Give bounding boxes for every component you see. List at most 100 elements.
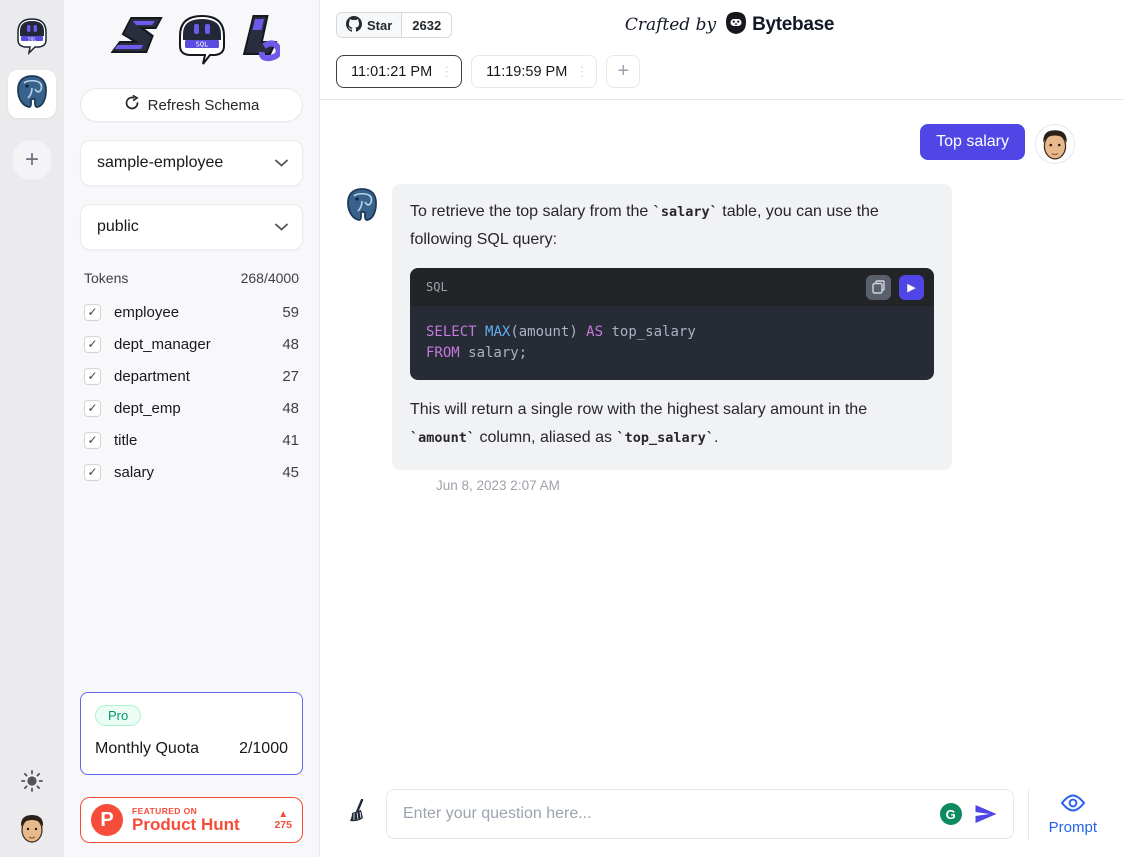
table-name: department [114,368,282,385]
table-token-count: 48 [282,400,299,417]
code-language-label: SQL [426,273,448,301]
composer: G Prompt [320,789,1123,857]
question-input[interactable] [386,789,1014,839]
new-conversation-button[interactable]: + [12,140,52,180]
assistant-message-bubble: To retrieve the top salary from the `sal… [392,184,952,470]
github-star-button[interactable]: Star 2632 [336,12,452,38]
table-name: salary [114,464,282,481]
message-list: Top salary [320,100,1123,789]
schema-selected-value: public [97,218,139,236]
table-name: dept_manager [114,336,282,353]
table-list: ✓employee59✓dept_manager48✓department27✓… [80,296,303,488]
conversation-tab[interactable]: 11:01:21 PM ⋮ [336,55,462,88]
bytebase-link[interactable]: Bytebase [724,11,834,40]
crafted-by: Crafted by Bytebase [336,8,1123,42]
account-avatar[interactable] [15,811,49,845]
refresh-icon [124,95,140,115]
user-message-row: Top salary [344,124,1075,164]
sqlchat-app: SQL + [0,0,1123,857]
conversation-sqlchat-bot[interactable]: SQL [8,14,56,62]
postgresql-elephant-icon [14,73,50,115]
conversation-tabs: 11:01:21 PM ⋮ 11:19:59 PM ⋮ + [336,55,1123,88]
new-tab-button[interactable]: + [606,55,640,88]
composer-divider [1028,789,1029,839]
assistant-paragraph-1: To retrieve the top salary from the `sal… [410,198,934,254]
conversation-postgres[interactable] [8,70,56,118]
connection-selected-value: sample-employee [97,154,223,172]
tokens-summary: Tokens 268/4000 [84,270,299,286]
product-hunt-name: Product Hunt [132,816,240,834]
table-row: ✓ title41 [80,424,303,456]
star-count: 2632 [402,13,451,37]
play-icon: ▶ [907,281,915,294]
tab-menu-dots-icon[interactable]: ⋮ [575,64,588,80]
code-block-body: SELECT MAX(amount) AS top_salary FROM sa… [410,306,934,380]
grammarly-icon[interactable]: G [940,803,962,825]
tokens-value: 268/4000 [241,270,299,286]
github-icon [346,16,362,35]
assistant-postgres-avatar-icon [344,186,380,222]
conversation-tab[interactable]: 11:19:59 PM ⋮ [471,55,597,88]
schema-select[interactable]: public [80,204,303,250]
product-hunt-icon: P [91,804,123,836]
code-block-header: SQL ▶ [410,268,934,306]
tab-label: 11:19:59 PM [486,64,567,80]
star-label: Star [367,18,392,33]
table-checkbox[interactable]: ✓ [84,400,101,417]
table-token-count: 27 [282,368,299,385]
pro-badge: Pro [95,705,141,726]
conversation-rail: SQL + [0,0,64,857]
chat-header: Star 2632 Crafted by [320,0,1123,100]
user-message-bubble: Top salary [920,124,1025,160]
sql-code-block: SQL ▶ SELECT MA [410,268,934,380]
svg-text:SQL: SQL [28,36,36,42]
table-row: ✓ dept_manager48 [80,328,303,360]
tokens-label: Tokens [84,270,128,286]
clear-conversation-broom-icon[interactable] [348,799,372,830]
chevron-down-icon [275,154,288,172]
user-avatar [1035,124,1075,164]
connection-select[interactable]: sample-employee [80,140,303,186]
table-checkbox[interactable]: ✓ [84,432,101,449]
tab-label: 11:01:21 PM [351,64,432,80]
quota-value: 2/1000 [239,740,288,758]
product-hunt-upvotes: ▲ 275 [274,810,292,831]
copy-code-button[interactable] [866,275,891,300]
table-row: ✓ department27 [80,360,303,392]
prompt-label: Prompt [1049,819,1097,836]
table-token-count: 41 [282,432,299,449]
quota-label: Monthly Quota [95,740,199,758]
tab-menu-dots-icon[interactable]: ⋮ [440,64,453,80]
table-row: ✓employee59 [80,296,303,328]
prompt-button[interactable]: Prompt [1043,793,1111,836]
table-checkbox[interactable]: ✓ [84,304,101,321]
send-button[interactable] [973,802,998,831]
table-token-count: 48 [282,336,299,353]
quota-card: Pro Monthly Quota 2/1000 [80,692,303,775]
assistant-message-row: To retrieve the top salary from the `sal… [344,184,1075,470]
table-row: ✓ dept_emp48 [80,392,303,424]
table-name: employee [114,304,282,321]
schema-sidebar: SQL Refresh Schema sample-employee [64,0,320,857]
table-name: dept_emp [114,400,282,417]
sqlchat-logo: SQL [80,8,303,80]
chevron-down-icon [275,218,288,236]
svg-text:SQL: SQL [195,41,208,49]
table-name: title [114,432,282,449]
table-token-count: 45 [282,464,299,481]
message-timestamp: Jun 8, 2023 2:07 AM [436,478,1075,493]
table-checkbox[interactable]: ✓ [84,464,101,481]
refresh-schema-button[interactable]: Refresh Schema [80,88,303,122]
run-code-button[interactable]: ▶ [899,275,924,300]
assistant-paragraph-2: This will return a single row with the h… [410,396,934,452]
theme-toggle-icon[interactable] [21,770,43,797]
table-checkbox[interactable]: ✓ [84,368,101,385]
table-checkbox[interactable]: ✓ [84,336,101,353]
bytebase-logo-icon [724,11,748,40]
product-hunt-badge[interactable]: P FEATURED ON Product Hunt ▲ 275 [80,797,303,843]
table-row: ✓ salary45 [80,456,303,488]
eye-icon [1060,793,1086,817]
crafted-by-label: Crafted by [625,15,716,35]
chat-main: Star 2632 Crafted by [320,0,1123,857]
bytebase-brand: Bytebase [752,14,834,36]
